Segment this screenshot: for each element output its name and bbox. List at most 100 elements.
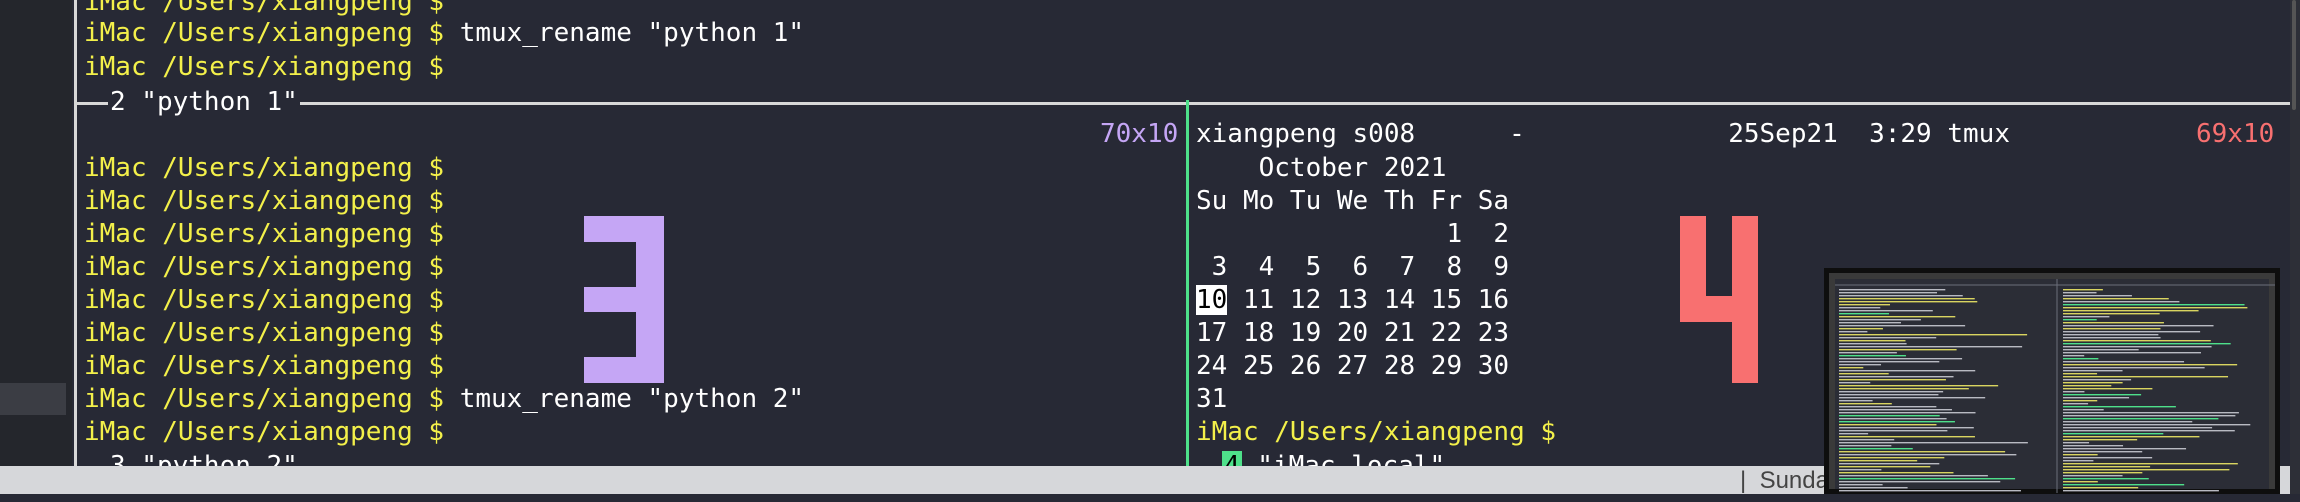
thumbnail-content: [1835, 279, 2275, 493]
thumbnail-line: [2063, 412, 2239, 414]
thumbnail-line: [1839, 289, 1946, 291]
thumbnail-line: [1839, 361, 1940, 363]
thumbnail-line: [1839, 409, 1952, 411]
thumbnail-line: [1839, 448, 1913, 450]
thumbnail-line: [2063, 301, 2180, 303]
thumbnail-line: [2063, 427, 2213, 429]
thumbnail-line: [1839, 472, 1954, 474]
pane-number-4: [1680, 216, 1758, 383]
thumbnail-line: [2063, 391, 2085, 393]
pane-divider: [1186, 100, 1189, 466]
thumbnail-line: [2063, 352, 2201, 354]
thumbnail-line: [1839, 394, 1939, 396]
thumbnail-line: [1839, 433, 1869, 435]
thumbnail-line: [1839, 487, 1908, 489]
terminal-line: iMac /Users/xiangpeng $: [84, 351, 445, 381]
thumbnail-line: [2063, 421, 2193, 423]
thumbnail-line: [2063, 340, 2211, 342]
calendar-row: 31: [1196, 384, 1228, 414]
thumbnail-line: [2063, 346, 2212, 348]
thumbnail-line: [1839, 343, 1907, 345]
thumbnail-line: [2063, 319, 2097, 321]
thumbnail-line: [1839, 304, 1891, 306]
thumbnail-line: [2063, 457, 2153, 459]
thumbnail-line: [1839, 427, 1974, 429]
terminal-line: iMac /Users/xiangpeng $ tmux_rename "pyt…: [84, 17, 804, 50]
thumbnail-line: [2063, 445, 2124, 447]
thumbnail-line: [1839, 478, 2016, 480]
thumbnail-line: [2063, 364, 2238, 366]
thumbnail-line: [1839, 334, 2028, 336]
thumbnail-line: [2063, 304, 2245, 306]
thumbnail-line: [2063, 292, 2097, 294]
thumbnail-line: [2063, 385, 2112, 387]
status-bar-text: | Sunda: [1740, 467, 1829, 494]
thumbnail-line: [2063, 487, 2139, 489]
thumbnail-line: [1839, 445, 1892, 447]
calendar-row-rest: 11 12 13 14 15 16: [1227, 285, 1510, 315]
thumbnail-line: [1839, 331, 1868, 333]
thumbnail-line: [2063, 478, 2149, 480]
thumbnail-line: [1839, 382, 1871, 384]
thumbnail-line: [2063, 298, 2169, 300]
terminal-line: iMac /Users/xiangpeng $: [84, 52, 445, 82]
thumbnail-line: [1839, 322, 1902, 324]
thumbnail-line: [2063, 400, 2098, 402]
thumbnail-line: [2063, 484, 2185, 486]
thumbnail-line: [1839, 367, 1864, 369]
scrollbar[interactable]: [2290, 0, 2300, 494]
thumbnail-line: [1839, 439, 1895, 441]
window-thumbnail-preview[interactable]: [1824, 268, 2280, 494]
thumbnail-line: [2063, 316, 2110, 318]
thumbnail-line: [2063, 325, 2214, 327]
thumbnail-line: [1839, 451, 2006, 453]
thumbnail-line: [2063, 409, 2104, 411]
thumbnail-line: [1839, 310, 1933, 312]
thumbnail-line: [2063, 343, 2231, 345]
thumbnail-line: [2063, 424, 2251, 426]
thumbnail-line: [2063, 430, 2235, 432]
thumbnail-line: [1839, 412, 1976, 414]
thumbnail-line: [1839, 307, 1881, 309]
pane-border: [74, 102, 2290, 105]
pane-number-3: [584, 216, 664, 383]
thumbnail-line: [1839, 301, 1978, 303]
pane-size-indicator: 69x10: [2196, 119, 2275, 149]
thumbnail-line: [2063, 310, 2199, 312]
thumbnail-line: [2063, 490, 2219, 492]
sidebar-selected-item[interactable]: [0, 383, 66, 415]
thumbnail-line: [1839, 385, 1999, 387]
thumbnail-line: [1839, 424, 1937, 426]
thumbnail-line: [1839, 376, 1954, 378]
thumbnail-line: [1839, 430, 1948, 432]
thumbnail-line: [2063, 355, 2085, 357]
thumbnail-line: [1839, 364, 1882, 366]
thumbnail-line: [2063, 475, 2123, 477]
thumbnail-line: [1839, 403, 1892, 405]
thumbnail-line: [2063, 322, 2164, 324]
thumbnail-line: [2063, 379, 2132, 381]
prompt: iMac /Users/xiangpeng $: [84, 384, 445, 414]
window-label-python1[interactable]: 2 "python 1": [108, 86, 300, 119]
thumbnail-line: [2063, 394, 2142, 396]
thumbnail-line: [1839, 418, 1947, 420]
thumbnail-line: [1839, 358, 1963, 360]
calendar-row: 3 4 5 6 7 8 9: [1196, 252, 1510, 282]
thumbnail-line: [1839, 337, 1937, 339]
terminal-line: iMac /Users/xiangpeng $: [84, 219, 445, 249]
terminal-line: iMac /Users/xiangpeng $: [84, 417, 445, 447]
thumbnail-line: [2063, 397, 2130, 399]
thumbnail-line: [2063, 376, 2229, 378]
thumbnail-line: [1839, 379, 1946, 381]
thumbnail-line: [2063, 373, 2098, 375]
thumbnail-line: [2063, 406, 2176, 408]
thumbnail-line: [1839, 466, 1931, 468]
thumbnail-line: [2063, 481, 2098, 483]
thumbnail-line: [1839, 355, 1906, 357]
terminal-line: iMac /Users/xiangpeng $ tmux_rename "pyt…: [84, 383, 804, 416]
thumbnail-line: [2063, 388, 2153, 390]
scrollbar-thumb[interactable]: [2292, 0, 2296, 110]
thumbnail-line: [2063, 295, 2132, 297]
thumbnail-line: [1839, 463, 1940, 465]
thumbnail-line: [2063, 313, 2160, 315]
